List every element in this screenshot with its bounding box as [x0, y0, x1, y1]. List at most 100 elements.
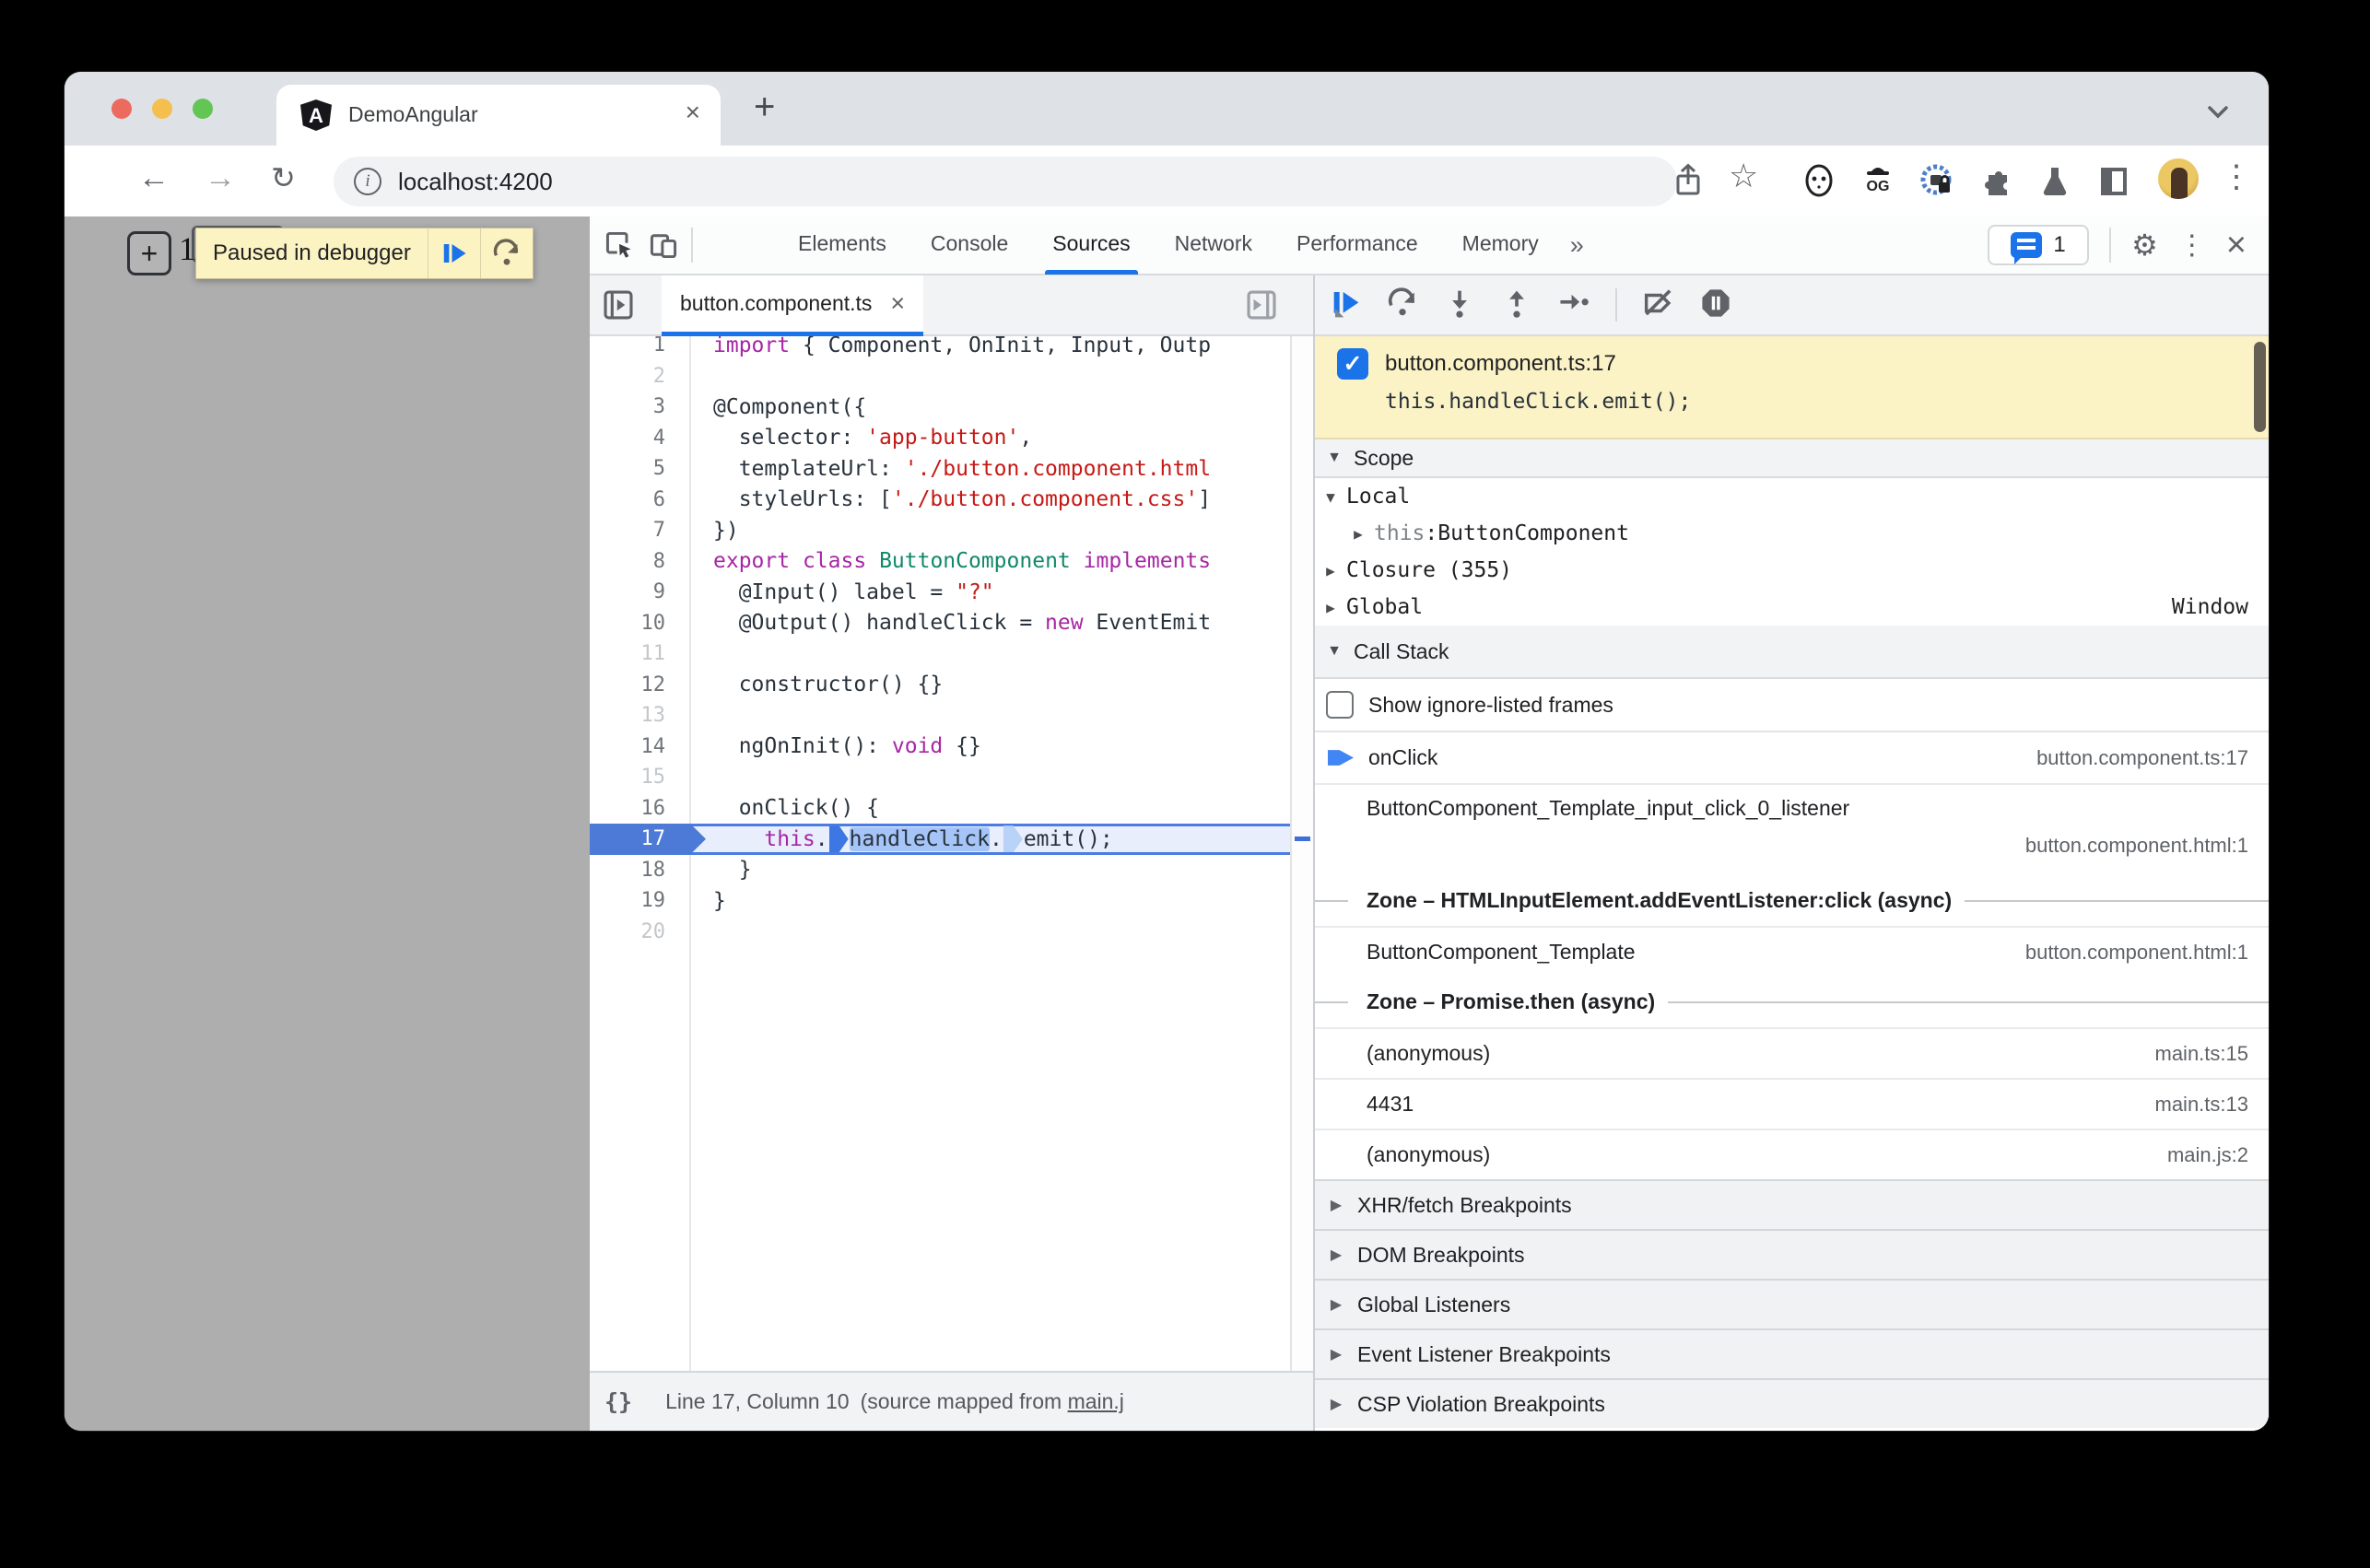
code-area[interactable]: 1 import { Component, OnInit, Input, Outp… — [590, 336, 1290, 1371]
inspect-element-icon[interactable] — [604, 230, 634, 260]
file-tab[interactable]: button.component.ts × — [662, 275, 924, 336]
banner-resume-icon[interactable] — [428, 228, 480, 278]
line-number[interactable]: 1 — [590, 336, 689, 357]
step-out-icon[interactable] — [1501, 287, 1532, 323]
scope-row[interactable]: ▶ Global Window — [1315, 589, 2269, 626]
line-number[interactable]: 19 — [590, 889, 689, 912]
code-line[interactable]: 1 import { Component, OnInit, Input, Outp — [590, 336, 1290, 361]
minimize-window-button[interactable] — [152, 99, 172, 119]
call-stack-section-header[interactable]: ▼ Call Stack — [1315, 626, 2269, 679]
browser-menu-kebab-icon[interactable]: ⋮ — [2221, 158, 2258, 195]
section-event-listener-breakpoints[interactable]: ▶ Event Listener Breakpoints — [1315, 1328, 2269, 1378]
tab-performance[interactable]: Performance — [1274, 216, 1440, 275]
close-devtools-icon[interactable]: × — [2226, 228, 2247, 263]
bookmark-star-icon[interactable]: ☆ — [1729, 157, 1766, 194]
line-number[interactable]: 17 — [590, 827, 689, 850]
scope-row[interactable]: ▼ Local — [1315, 478, 2269, 515]
call-stack-frame[interactable]: 4431 main.ts:13 — [1315, 1078, 2269, 1129]
mask-extension-icon[interactable] — [1801, 162, 1837, 199]
breakpoint-checkbox[interactable]: ✓ — [1337, 348, 1368, 380]
profile-avatar[interactable] — [2158, 158, 2199, 199]
line-number[interactable]: 12 — [590, 673, 689, 696]
step-over-icon[interactable] — [1387, 287, 1418, 323]
scope-row[interactable]: ▶ Closure (355) — [1315, 552, 2269, 589]
pretty-print-icon[interactable]: {} — [604, 1388, 632, 1415]
frame-location[interactable]: button.component.html:1 — [1315, 821, 2269, 858]
tab-memory[interactable]: Memory — [1440, 216, 1561, 275]
line-number[interactable]: 5 — [590, 457, 689, 480]
tab-network[interactable]: Network — [1153, 216, 1274, 275]
code-line[interactable]: 7}) — [590, 515, 1290, 546]
code-line[interactable]: 18 } — [590, 855, 1290, 886]
address-bar[interactable]: i localhost:4200 — [334, 157, 1677, 206]
line-number[interactable]: 2 — [590, 365, 689, 388]
more-tabs-icon[interactable]: » — [1561, 217, 1593, 273]
code-line[interactable]: 16 onClick() { — [590, 793, 1290, 825]
forward-icon[interactable]: → — [205, 160, 236, 196]
chevron-down-icon[interactable]: ▼ — [1315, 488, 1346, 506]
code-line[interactable]: 8 export class ButtonComponent implements — [590, 546, 1290, 578]
code-line[interactable]: 10 @Output() handleClick = new EventEmit — [590, 608, 1290, 639]
code-line[interactable]: 6 styleUrls: ['./button.component.css'] — [590, 485, 1290, 516]
call-stack-frame[interactable]: (anonymous) main.ts:15 — [1315, 1027, 2269, 1078]
scope-row[interactable]: ▶ this: ButtonComponent — [1315, 515, 2269, 552]
resume-script-icon[interactable] — [1332, 288, 1361, 322]
code-line[interactable]: 14 ngOnInit(): void {} — [590, 731, 1290, 763]
line-number[interactable]: 3 — [590, 395, 689, 418]
line-number[interactable]: 16 — [590, 797, 689, 820]
line-number[interactable]: 14 — [590, 735, 689, 758]
line-number[interactable]: 18 — [590, 859, 689, 882]
back-icon[interactable]: ← — [138, 160, 170, 196]
close-window-button[interactable] — [111, 99, 132, 119]
frame-location[interactable]: main.js:2 — [2167, 1143, 2269, 1167]
new-tab-button[interactable]: + — [754, 87, 775, 128]
line-number[interactable]: 10 — [590, 612, 689, 635]
line-number[interactable]: 9 — [590, 580, 689, 603]
show-navigator-icon[interactable] — [603, 289, 634, 325]
pause-on-exceptions-icon[interactable] — [1700, 287, 1731, 323]
call-stack-frame[interactable]: (anonymous) main.js:2 — [1315, 1129, 2269, 1179]
code-line[interactable]: 11 — [590, 638, 1290, 670]
tab-elements[interactable]: Elements — [776, 216, 909, 275]
tab-sources[interactable]: Sources — [1030, 216, 1152, 275]
settings-gear-icon[interactable]: ⚙ — [2131, 228, 2158, 263]
section-global-listeners[interactable]: ▶ Global Listeners — [1315, 1279, 2269, 1328]
call-stack-frame[interactable]: ButtonComponent_Template_input_click_0_l… — [1315, 783, 2269, 875]
section-dom-breakpoints[interactable]: ▶ DOM Breakpoints — [1315, 1229, 2269, 1279]
call-stack-frame[interactable]: ButtonComponent_Template button.component… — [1315, 926, 2269, 977]
page-plus-button[interactable]: + — [127, 231, 171, 275]
banner-step-over-icon[interactable] — [481, 228, 533, 278]
line-number[interactable]: 13 — [590, 704, 689, 727]
code-line[interactable]: 15 — [590, 762, 1290, 793]
source-map-link[interactable]: main.j — [1068, 1389, 1124, 1413]
issues-counter-button[interactable]: 1 — [1988, 225, 2090, 265]
line-number[interactable]: 6 — [590, 488, 689, 511]
paused-location[interactable]: button.component.ts:17 — [1385, 351, 1616, 377]
show-debugger-sidebar-icon[interactable] — [1246, 289, 1277, 325]
close-file-icon[interactable]: × — [890, 289, 905, 318]
line-number[interactable]: 11 — [590, 642, 689, 665]
frame-location[interactable]: main.ts:15 — [2155, 1042, 2270, 1066]
line-number[interactable]: 7 — [590, 519, 689, 542]
code-line[interactable]: 20 — [590, 917, 1290, 948]
chevron-right-icon[interactable]: ▶ — [1315, 599, 1346, 616]
code-line[interactable]: 3 @Component({ — [590, 392, 1290, 423]
sidebar-scrollbar-thumb[interactable] — [2254, 342, 2266, 432]
chevron-right-icon[interactable]: ▶ — [1315, 562, 1346, 579]
code-line[interactable]: 17 this. handleClick. emit(); — [590, 824, 1290, 855]
chevron-down-icon[interactable] — [2200, 94, 2235, 134]
line-number[interactable]: 4 — [590, 427, 689, 450]
password-manager-extension-icon[interactable] — [1918, 162, 1955, 199]
code-line[interactable]: 19} — [590, 885, 1290, 917]
step-into-icon[interactable] — [1444, 287, 1475, 323]
code-line[interactable]: 2 — [590, 361, 1290, 392]
editor-scrollbar[interactable] — [1290, 336, 1313, 1371]
incognito-og-extension-icon[interactable]: OG — [1860, 162, 1896, 199]
reader-extension-icon[interactable] — [2095, 162, 2132, 199]
line-number[interactable]: 20 — [590, 920, 689, 943]
device-toolbar-icon[interactable] — [649, 230, 678, 260]
line-number[interactable]: 8 — [590, 550, 689, 573]
reload-icon[interactable]: ↻ — [271, 160, 296, 195]
frame-location[interactable]: button.component.ts:17 — [2036, 746, 2269, 770]
deactivate-breakpoints-icon[interactable] — [1643, 287, 1674, 323]
